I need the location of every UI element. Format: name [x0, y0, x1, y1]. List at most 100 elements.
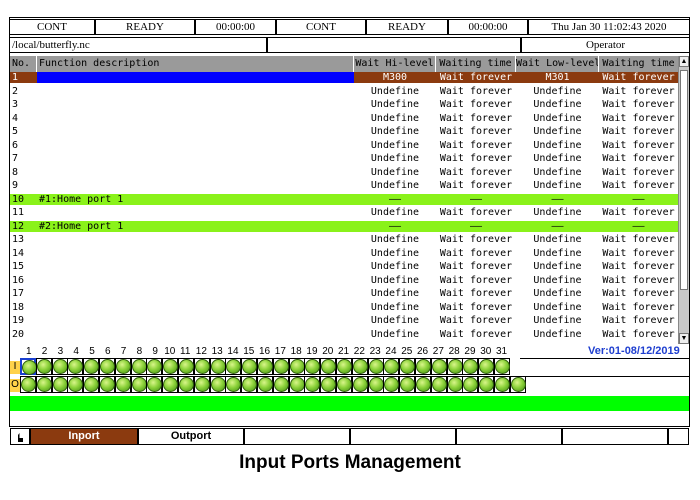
- port-cell[interactable]: [304, 358, 321, 375]
- port-cell[interactable]: [130, 358, 147, 375]
- port-cell[interactable]: [430, 376, 447, 393]
- port-cell[interactable]: [351, 358, 368, 375]
- port-cell[interactable]: [146, 376, 163, 393]
- table-row[interactable]: 18 Undefine Wait forever Undefine Wait forev…: [10, 302, 678, 313]
- port-cell[interactable]: [225, 376, 242, 393]
- table-row[interactable]: 9 Undefine Wait forever Undefine Wait foreve…: [10, 180, 678, 191]
- port-cell[interactable]: [67, 376, 84, 393]
- port-cell[interactable]: [336, 358, 352, 375]
- fkey-blank-2[interactable]: [244, 428, 350, 445]
- table-row[interactable]: 1 M300 Wait forever M301 Wait forever: [10, 72, 678, 83]
- hand-icon[interactable]: [10, 428, 30, 445]
- port-cell[interactable]: [99, 358, 115, 375]
- cell-hi: Undefine: [370, 139, 420, 151]
- table-row[interactable]: 14 Undefine Wait forever Undefine Wait forev…: [10, 248, 678, 259]
- port-cell[interactable]: [51, 376, 68, 393]
- port-cell[interactable]: [367, 376, 384, 393]
- fkey-inport[interactable]: Inport: [30, 428, 138, 445]
- port-cell[interactable]: [415, 358, 431, 375]
- fkey-blank-3[interactable]: [350, 428, 456, 445]
- port-cell[interactable]: [35, 376, 52, 393]
- port-cell[interactable]: [478, 376, 495, 393]
- port-cell[interactable]: [130, 376, 147, 393]
- cell-lo: Undefine: [533, 207, 582, 218]
- port-cell[interactable]: [257, 358, 273, 375]
- table-row[interactable]: 15 Undefine Wait forever Undefine Wait forev…: [10, 261, 678, 272]
- port-cell[interactable]: [272, 358, 289, 375]
- port-cell[interactable]: [446, 376, 463, 393]
- port-cell[interactable]: [462, 358, 479, 375]
- port-cell[interactable]: [320, 376, 337, 393]
- port-cell[interactable]: [114, 376, 131, 393]
- port-cell[interactable]: [225, 358, 242, 375]
- port-cell[interactable]: [193, 358, 210, 375]
- port-cell[interactable]: [83, 358, 100, 375]
- scroll-up-icon[interactable]: ▲: [679, 56, 689, 67]
- port-cell[interactable]: [114, 358, 131, 375]
- table-row[interactable]: 13 Undefine Wait forever Undefine Wait forev…: [10, 234, 678, 245]
- status-cell-1: CONT: [10, 19, 95, 35]
- port-cell[interactable]: [462, 376, 479, 393]
- port-cell[interactable]: [367, 358, 384, 375]
- port-cell[interactable]: [336, 376, 352, 393]
- table-scrollbar[interactable]: ▲ ▼: [678, 56, 689, 344]
- port-cell[interactable]: [415, 376, 431, 393]
- table-row[interactable]: 11 Undefine Wait forever Undefine Wait forev…: [10, 207, 678, 218]
- table-row[interactable]: 3 Undefine Wait forever Undefine Wait foreve…: [10, 99, 678, 110]
- port-cell[interactable]: [288, 358, 305, 375]
- port-cell[interactable]: [209, 376, 226, 393]
- port-cell[interactable]: [35, 358, 52, 375]
- port-led-icon: [100, 359, 115, 374]
- port-cell[interactable]: [288, 376, 305, 393]
- port-cell[interactable]: [146, 358, 163, 375]
- port-cell[interactable]: [83, 376, 100, 393]
- port-cell[interactable]: [67, 358, 84, 375]
- port-cell[interactable]: [446, 358, 463, 375]
- table-row[interactable]: 4 Undefine Wait forever Undefine Wait foreve…: [10, 113, 678, 124]
- port-cell[interactable]: [494, 376, 510, 393]
- port-cell[interactable]: [430, 358, 447, 375]
- port-cell[interactable]: [351, 376, 368, 393]
- fkey-blank-5[interactable]: [562, 428, 668, 445]
- port-cell[interactable]: [478, 358, 495, 375]
- port-cell[interactable]: [99, 376, 115, 393]
- port-cell[interactable]: [162, 358, 179, 375]
- table-row[interactable]: 7 Undefine Wait forever Undefine Wait foreve…: [10, 153, 678, 164]
- port-cell[interactable]: [304, 376, 321, 393]
- table-row[interactable]: 16 Undefine Wait forever Undefine Wait forev…: [10, 275, 678, 286]
- fkey-outport[interactable]: Outport: [138, 428, 244, 445]
- port-cell[interactable]: [51, 358, 68, 375]
- table-row[interactable]: 5 Undefine Wait forever Undefine Wait foreve…: [10, 126, 678, 137]
- fkey-blank-6[interactable]: [668, 428, 689, 445]
- port-cell[interactable]: [209, 358, 226, 375]
- table-row[interactable]: 12 #2:Home port 1 —— —— —— ——: [10, 220, 678, 232]
- port-cell[interactable]: [20, 376, 36, 393]
- port-cell[interactable]: [383, 358, 400, 375]
- scroll-thumb[interactable]: [680, 70, 688, 290]
- port-cell[interactable]: [320, 358, 337, 375]
- table-row[interactable]: 6 Undefine Wait forever Undefine Wait foreve…: [10, 140, 678, 151]
- port-cell[interactable]: [193, 376, 210, 393]
- port-cell[interactable]: [162, 376, 179, 393]
- table-row[interactable]: 20 Undefine Wait forever Undefine Wait forev…: [10, 329, 678, 340]
- port-cell[interactable]: [178, 358, 194, 375]
- table-row[interactable]: 10 #1:Home port 1 —— —— —— ——: [10, 193, 678, 205]
- table-row[interactable]: 17 Undefine Wait forever Undefine Wait forev…: [10, 288, 678, 299]
- port-cell[interactable]: [383, 376, 400, 393]
- port-cell[interactable]: [272, 376, 289, 393]
- port-led-icon: [479, 359, 495, 374]
- port-cell[interactable]: [241, 358, 258, 375]
- fkey-blank-4[interactable]: [456, 428, 562, 445]
- port-cell[interactable]: [399, 376, 416, 393]
- table-row[interactable]: 8 Undefine Wait forever Undefine Wait foreve…: [10, 167, 678, 178]
- port-cell[interactable]: [178, 376, 194, 393]
- port-cell[interactable]: [494, 358, 510, 375]
- port-cell[interactable]: [20, 358, 37, 375]
- port-cell[interactable]: [257, 376, 273, 393]
- table-row[interactable]: 2 Undefine Wait forever Undefine Wait foreve…: [10, 86, 678, 97]
- table-row[interactable]: 19 Undefine Wait forever Undefine Wait forev…: [10, 315, 678, 326]
- port-cell[interactable]: [241, 376, 258, 393]
- port-cell[interactable]: [399, 358, 416, 375]
- port-number: 18: [290, 346, 302, 357]
- scroll-down-icon[interactable]: ▼: [679, 333, 689, 344]
